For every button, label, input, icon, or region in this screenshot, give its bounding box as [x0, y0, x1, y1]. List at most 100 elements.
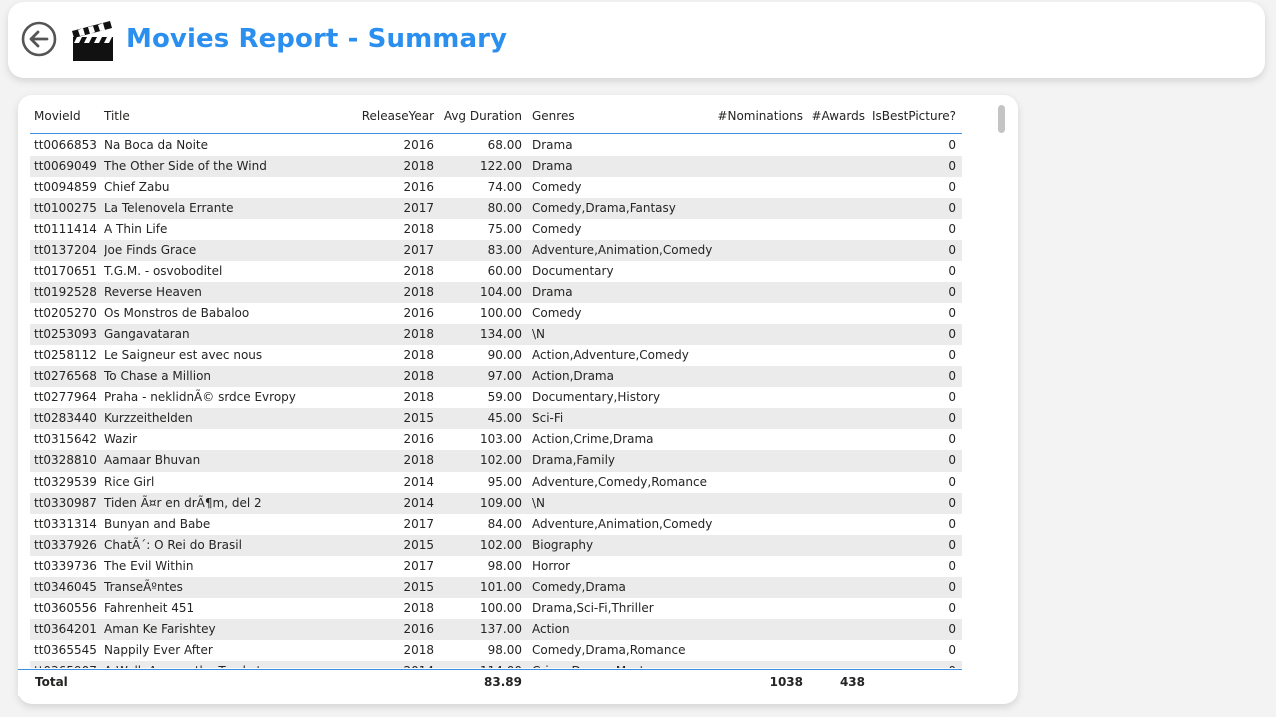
table-row[interactable]: tt0339736 The Evil Within 2017 98.00 Horror 0 [30, 555, 962, 577]
cell-isbestpicture: 0 [948, 243, 956, 258]
cell-genres: Comedy [532, 222, 582, 237]
cell-avg-duration: 98.00 [487, 558, 522, 573]
cell-nominations [710, 303, 803, 324]
cell-releaseyear: 2018 [403, 600, 434, 615]
cell-genres: Action [532, 621, 570, 636]
table-row[interactable]: tt0328810 Aamaar Bhuvan 2018 102.00 Drama,Fa… [30, 450, 962, 472]
cell-nominations [710, 577, 803, 598]
cell-movieid: tt0330987 [34, 495, 97, 510]
table-row[interactable]: tt0346045 TranseÃºntes 2015 101.00 Comedy,Dr… [30, 576, 962, 598]
cell-genres: Comedy,Drama,Fantasy [532, 201, 676, 216]
cell-awards [803, 429, 865, 450]
column-header-isbestpicture[interactable]: IsBestPicture? [865, 103, 956, 133]
cell-avg-duration: 134.00 [480, 327, 522, 342]
table-total-row: Total 83.89 1038 438 [18, 669, 962, 696]
column-header-nominations[interactable]: #Nominations [710, 103, 803, 133]
table-row[interactable]: tt0329539 Rice Girl 2014 95.00 Adventure,Com… [30, 471, 962, 493]
cell-genres: Drama,Sci-Fi,Thriller [532, 600, 654, 615]
cell-nominations [710, 324, 803, 345]
cell-isbestpicture: 0 [948, 453, 956, 468]
cell-movieid: tt0094859 [34, 180, 97, 195]
cell-genres: Sci-Fi [532, 411, 564, 426]
cell-releaseyear: 2016 [403, 432, 434, 447]
table-row[interactable]: tt0276568 To Chase a Million 2018 97.00 Acti… [30, 366, 962, 388]
cell-isbestpicture: 0 [948, 348, 956, 363]
cell-avg-duration: 100.00 [480, 306, 522, 321]
cell-genres: Comedy [532, 180, 582, 195]
table-header-row: MovieId Title ReleaseYear Avg Duration G… [30, 103, 962, 134]
table-row[interactable]: tt0330987 Tiden Ã¤r en drÃ¶m, del 2 2014 10… [30, 492, 962, 514]
cell-awards [803, 619, 865, 640]
arrow-left-circle-icon[interactable] [21, 21, 57, 57]
table-row[interactable]: tt0137204 Joe Finds Grace 2017 83.00 Adventu… [30, 240, 962, 262]
cell-releaseyear: 2018 [403, 390, 434, 405]
column-header-avg-duration[interactable]: Avg Duration [434, 103, 522, 133]
cell-avg-duration: 114.00 [434, 661, 522, 668]
table-row[interactable]: tt0365545 Nappily Ever After 2018 98.00 Come… [30, 639, 962, 661]
cell-awards [803, 135, 865, 156]
column-header-genres[interactable]: Genres [532, 103, 722, 133]
table-row[interactable]: tt0337926 ChatÃ´: O Rei do Brasil 2015 102.… [30, 534, 962, 556]
table-row[interactable]: tt0364201 Aman Ke Farishtey 2016 137.00 Acti… [30, 618, 962, 640]
cell-awards [803, 345, 865, 366]
cell-genres: Crime,Drama,Mystery [532, 661, 722, 668]
table-row[interactable]: tt0069049 The Other Side of the Wind 2018 1… [30, 156, 962, 178]
column-header-releaseyear[interactable]: ReleaseYear [320, 103, 434, 133]
cell-movieid: tt0111414 [34, 222, 97, 237]
cell-nominations [710, 366, 803, 387]
clapperboard-icon [72, 21, 113, 61]
table-row[interactable]: tt0170651 T.G.M. - osvoboditel 2018 60.00 Do… [30, 261, 962, 283]
table-scrollbar[interactable] [998, 105, 1005, 133]
cell-movieid: tt0328810 [34, 453, 97, 468]
cell-releaseyear: 2017 [403, 558, 434, 573]
cell-releaseyear: 2018 [403, 285, 434, 300]
table-row[interactable]: tt0283440 Kurzzeithelden 2015 45.00 Sci-Fi 0 [30, 408, 962, 430]
table-row[interactable]: tt0258112 Le Saigneur est avec nous 2018 90… [30, 345, 962, 367]
cell-isbestpicture: 0 [948, 390, 956, 405]
cell-releaseyear: 2017 [403, 516, 434, 531]
table-row[interactable]: tt0315642 Wazir 2016 103.00 Action,Crime,Dra… [30, 429, 962, 451]
table-row[interactable]: tt0205270 Os Monstros de Babaloo 2016 100.0… [30, 303, 962, 325]
cell-releaseyear: 2014 [320, 661, 434, 668]
cell-genres: Drama [532, 138, 573, 152]
cell-releaseyear: 2017 [403, 201, 434, 216]
table-row[interactable]: tt0277964 Praha - neklidnÃ© srdce Evropy 2… [30, 387, 962, 409]
cell-releaseyear: 2015 [403, 411, 434, 426]
cell-awards [803, 282, 865, 303]
table-row[interactable]: tt0100275 La Telenovela Errante 2017 80.00 C… [30, 198, 962, 220]
cell-genres: Adventure,Animation,Comedy [532, 243, 713, 258]
table-row[interactable]: tt0066853 Na Boca da Noite 2016 68.00 Drama 0 [30, 135, 962, 157]
cell-nominations [710, 282, 803, 303]
cell-genres: Action,Adventure,Comedy [532, 348, 689, 363]
table-row[interactable]: tt0111414 A Thin Life 2018 75.00 Comedy 0 [30, 219, 962, 241]
cell-awards [803, 450, 865, 471]
cell-nominations [710, 261, 803, 282]
cell-nominations [710, 135, 803, 156]
table-row[interactable]: tt0331314 Bunyan and Babe 2017 84.00 Adventu… [30, 513, 962, 535]
cell-releaseyear: 2018 [403, 222, 434, 237]
cell-avg-duration: 102.00 [480, 537, 522, 552]
table-row[interactable]: tt0094859 Chief Zabu 2016 74.00 Comedy 0 [30, 177, 962, 199]
cell-releaseyear: 2016 [403, 180, 434, 195]
cell-avg-duration: 98.00 [487, 642, 522, 657]
page-title: Movies Report - Summary [126, 24, 508, 54]
cell-avg-duration: 122.00 [480, 159, 522, 174]
table-row[interactable]: tt0192528 Reverse Heaven 2018 104.00 Drama 0 [30, 282, 962, 304]
cell-avg-duration: 60.00 [487, 264, 522, 279]
table-row[interactable]: tt0365907A Walk Among the Tombstones2014… [30, 660, 962, 668]
cell-releaseyear: 2014 [403, 495, 434, 510]
cell-movieid: tt0192528 [34, 285, 97, 300]
cell-movieid: tt0331314 [34, 516, 97, 531]
column-header-movieid[interactable]: MovieId [34, 103, 106, 133]
table-row[interactable]: tt0360556 Fahrenheit 451 2018 100.00 Drama,S… [30, 597, 962, 619]
cell-releaseyear: 2018 [403, 642, 434, 657]
column-header-awards[interactable]: #Awards [803, 103, 865, 133]
cell-isbestpicture: 0 [948, 138, 956, 152]
cell-awards [803, 598, 865, 619]
cell-avg-duration: 137.00 [480, 621, 522, 636]
table-row[interactable]: tt0253093 Gangavataran 2018 134.00 \N 0 [30, 324, 962, 346]
cell-isbestpicture: 0 [948, 516, 956, 531]
total-awards: 438 [839, 675, 865, 689]
cell-genres: Comedy,Drama [532, 579, 626, 594]
cell-awards [803, 493, 865, 514]
